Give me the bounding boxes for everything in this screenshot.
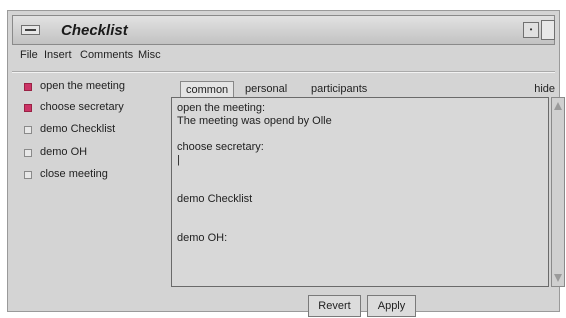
checkbox-unchecked-icon[interactable] bbox=[24, 149, 32, 157]
tab-common[interactable]: common bbox=[180, 81, 235, 97]
checkbox-checked-icon[interactable] bbox=[24, 104, 32, 112]
menu-insert[interactable]: Insert bbox=[44, 49, 72, 61]
checklist-item-label: demo OH bbox=[40, 146, 88, 158]
scroll-up-icon[interactable] bbox=[554, 102, 562, 110]
menu-file[interactable]: File bbox=[20, 49, 38, 61]
tab-personal[interactable]: personal bbox=[240, 81, 292, 97]
checkbox-checked-icon[interactable] bbox=[24, 83, 32, 91]
window-title: Checklist bbox=[61, 22, 128, 39]
window-menu-icon[interactable] bbox=[21, 25, 40, 35]
checklist-item-label: choose secretary bbox=[40, 101, 124, 113]
checkbox-unchecked-icon[interactable] bbox=[24, 171, 32, 179]
window-button-1[interactable]: • bbox=[523, 22, 539, 38]
scroll-down-icon[interactable] bbox=[554, 274, 562, 282]
checklist-item-label: open the meeting bbox=[40, 80, 126, 92]
checklist-item-label: close meeting bbox=[40, 168, 108, 180]
revert-button[interactable]: Revert bbox=[308, 295, 361, 317]
apply-button[interactable]: Apply bbox=[367, 295, 416, 317]
tab-participants[interactable]: participants bbox=[306, 81, 372, 97]
hide-link[interactable]: hide bbox=[534, 83, 555, 95]
vertical-scrollbar[interactable] bbox=[551, 97, 565, 287]
checklist-window: Checklist • File Insert Comments Misc op… bbox=[7, 10, 565, 317]
title-bar[interactable]: Checklist • bbox=[12, 15, 555, 45]
maximize-icon[interactable] bbox=[541, 20, 555, 40]
menu-comments[interactable]: Comments bbox=[80, 49, 133, 61]
notes-text: open the meeting: The meeting was opend … bbox=[177, 102, 332, 244]
menu-misc[interactable]: Misc bbox=[138, 49, 161, 61]
menu-separator bbox=[12, 71, 555, 73]
notes-text-area[interactable]: open the meeting: The meeting was opend … bbox=[171, 97, 549, 287]
checklist-item-label: demo Checklist bbox=[40, 123, 116, 135]
checkbox-unchecked-icon[interactable] bbox=[24, 126, 32, 134]
